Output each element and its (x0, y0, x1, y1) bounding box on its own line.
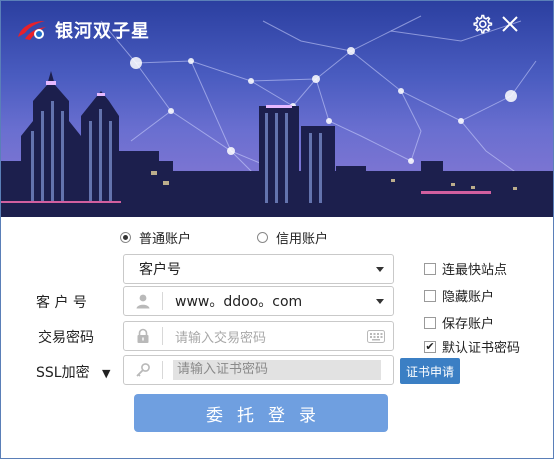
cert-apply-button[interactable]: 证书申请 (400, 358, 460, 384)
login-window: 银河双子星 普通账户 信用账户 客户号 客 户 号 www。ddoo。com 交… (0, 0, 554, 459)
cert-password-input[interactable]: 请输入证书密码 (173, 360, 381, 380)
checkbox-label: 隐藏账户 (442, 290, 495, 305)
checkbox-label: 保存账户 (442, 317, 495, 332)
keyboard-icon[interactable] (367, 329, 385, 343)
checkbox[interactable] (424, 316, 436, 329)
triangle-down-icon[interactable]: ▼ (102, 367, 110, 380)
radio-label: 普通账户 (139, 232, 192, 247)
ssl-password-field[interactable]: 请输入证书密码 (123, 355, 394, 385)
login-form: 普通账户 信用账户 客户号 客 户 号 www。ddoo。com 交易密码 请输… (1, 217, 553, 458)
radio-button[interactable] (257, 232, 268, 243)
key-icon (124, 356, 162, 384)
close-icon (502, 16, 518, 32)
password-input[interactable]: 请输入交易密码 (163, 327, 367, 346)
chevron-down-icon[interactable] (376, 298, 384, 304)
radio-button[interactable] (120, 232, 131, 243)
checkbox-hide-account[interactable]: 隐藏账户 (424, 286, 494, 305)
login-type-select[interactable]: 客户号 (123, 254, 394, 284)
login-type-value: 客户号 (139, 262, 181, 278)
login-button[interactable]: 委托登录 (134, 394, 388, 432)
lock-icon (124, 322, 162, 350)
ssl-select-label[interactable]: SSL加密 ▼ (36, 362, 111, 382)
user-icon (124, 287, 162, 315)
password-field[interactable]: 请输入交易密码 (123, 321, 394, 351)
customer-combo[interactable]: www。ddoo。com (123, 286, 394, 316)
checkbox[interactable] (424, 262, 436, 275)
close-button[interactable] (499, 13, 521, 35)
radio-label: 信用账户 (276, 232, 329, 247)
radio-normal-account[interactable]: 普通账户 (120, 228, 191, 247)
radio-credit-account[interactable]: 信用账户 (257, 228, 328, 247)
checkbox-default-cert-password[interactable]: ✔ 默认证书密码 (424, 337, 520, 356)
galaxy-logo-icon (18, 21, 46, 40)
checkbox-save-account[interactable]: 保存账户 (424, 313, 494, 332)
divider (162, 361, 163, 379)
checkbox[interactable]: ✔ (424, 340, 436, 353)
app-logo: 银河双子星 (15, 17, 150, 43)
chevron-down-icon (376, 266, 384, 272)
ssl-label: SSL加密 (36, 365, 90, 381)
gear-icon (473, 14, 493, 34)
checkbox[interactable] (424, 289, 436, 302)
customer-input[interactable]: www。ddoo。com (163, 291, 376, 311)
app-title: 银河双子星 (55, 21, 150, 42)
password-label: 交易密码 (38, 330, 94, 346)
check-icon: ✔ (425, 340, 435, 353)
checkbox-label: 默认证书密码 (442, 341, 521, 356)
customer-label: 客 户 号 (36, 295, 87, 311)
checkbox-fastest-site[interactable]: 连最快站点 (424, 259, 507, 278)
checkbox-label: 连最快站点 (442, 263, 508, 278)
banner: 银河双子星 (1, 1, 553, 217)
settings-button[interactable] (471, 13, 493, 35)
